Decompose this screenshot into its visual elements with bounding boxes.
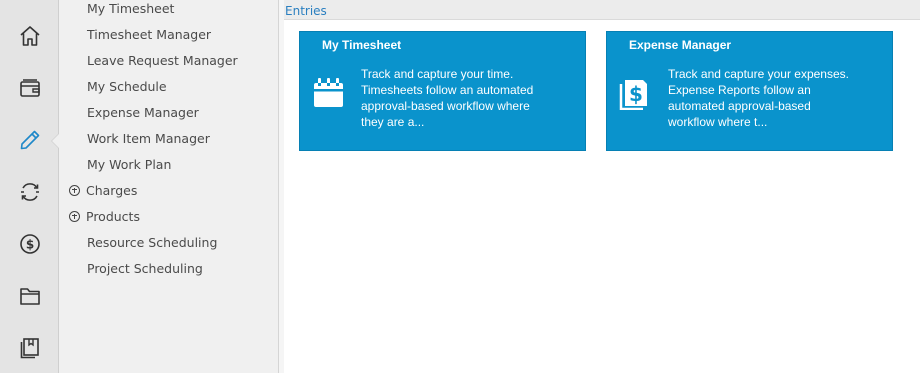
section-title: Entries — [284, 0, 920, 20]
book-icon — [20, 338, 39, 359]
submenu-item-resource-scheduling[interactable]: Resource Scheduling — [59, 229, 277, 255]
submenu-item-my-work-plan[interactable]: My Work Plan — [59, 151, 277, 177]
tile-expense-manager[interactable]: Expense Manager $ Track and capture your… — [606, 31, 893, 151]
icon-rail: $ — [0, 0, 59, 373]
svg-text:$: $ — [629, 82, 643, 106]
submenu-item-label: Resource Scheduling — [87, 234, 218, 250]
main-content: Entries My Timesheet Track and capture y… — [279, 0, 920, 373]
rail-library-button[interactable] — [0, 322, 59, 373]
submenu-item-label: My Schedule — [87, 78, 167, 94]
pencil-icon — [20, 130, 39, 150]
submenu-item-charges[interactable]: Charges — [59, 177, 277, 203]
calendar-icon — [314, 78, 343, 107]
home-icon — [19, 26, 40, 46]
main-panel: Entries My Timesheet Track and capture y… — [284, 0, 920, 373]
submenu-item-project-scheduling[interactable]: Project Scheduling — [59, 255, 277, 281]
rail-finance-button[interactable]: $ — [0, 218, 59, 270]
svg-text:$: $ — [25, 238, 33, 252]
expand-plus-icon[interactable] — [69, 210, 80, 222]
dollar-icon: $ — [19, 234, 40, 254]
submenu-item-label: My Timesheet — [87, 0, 175, 16]
submenu-item-label: Work Item Manager — [87, 130, 210, 146]
submenu-item-label: Charges — [86, 182, 138, 198]
submenu-item-products[interactable]: Products — [59, 203, 277, 229]
tile-description: Track and capture your expenses. Expense… — [668, 67, 849, 129]
tile-title: Expense Manager — [629, 38, 732, 52]
submenu-item-expense-manager[interactable]: Expense Manager — [59, 99, 277, 125]
submenu-item-label: Products — [86, 208, 140, 224]
submenu-item-label: Timesheet Manager — [87, 26, 212, 42]
tile-description: Track and capture your time. Timesheets … — [361, 67, 534, 129]
rail-sync-button[interactable] — [0, 166, 59, 218]
tile-my-timesheet[interactable]: My Timesheet Track and capture your time… — [299, 31, 586, 151]
tile-title: My Timesheet — [322, 38, 402, 52]
rail-documents-button[interactable] — [0, 270, 59, 322]
wallet-icon — [19, 79, 40, 97]
submenu-item-label: Expense Manager — [87, 104, 199, 120]
folder-icon — [19, 288, 40, 305]
submenu-item-timesheet-manager[interactable]: Timesheet Manager — [59, 21, 277, 47]
submenu-item-my-schedule[interactable]: My Schedule — [59, 73, 277, 99]
submenu-item-label: My Work Plan — [87, 156, 172, 172]
expense-icon: $ — [619, 80, 647, 110]
submenu-item-work-item-manager[interactable]: Work Item Manager — [59, 125, 277, 151]
submenu-item-leave-request-manager[interactable]: Leave Request Manager — [59, 47, 277, 73]
rail-home-button[interactable] — [0, 10, 59, 62]
submenu-item-my-timesheet[interactable]: My Timesheet — [59, 0, 277, 21]
sync-icon — [20, 183, 39, 201]
entries-submenu: My Timesheet Timesheet Manager Leave Req… — [59, 0, 279, 373]
submenu-item-label: Project Scheduling — [87, 260, 203, 276]
rail-wallet-button[interactable] — [0, 62, 59, 114]
expand-plus-icon[interactable] — [69, 184, 80, 196]
submenu-item-label: Leave Request Manager — [87, 52, 238, 68]
